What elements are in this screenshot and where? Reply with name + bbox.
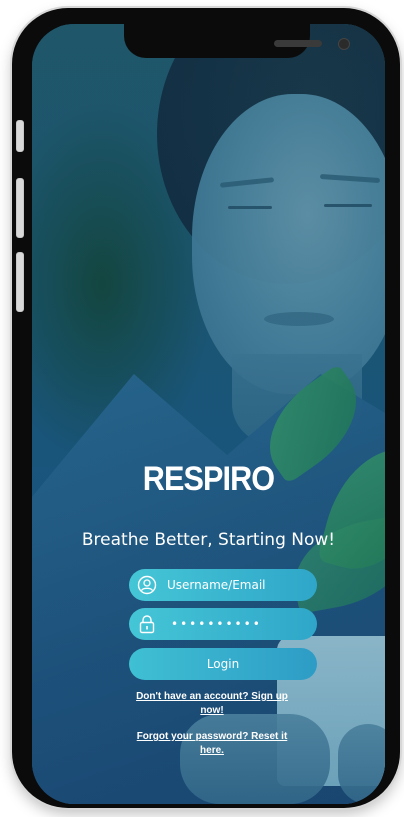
username-placeholder: Username/Email — [167, 578, 266, 592]
phone-notch — [124, 24, 350, 58]
password-field[interactable]: •••••••••• — [129, 608, 317, 640]
signup-link[interactable]: Don't have an account? Sign up now! — [132, 690, 292, 718]
login-button[interactable]: Login — [129, 648, 317, 680]
username-field[interactable]: Username/Email — [129, 569, 317, 601]
page: RESPIRO Breathe Better, Starting Now! Us… — [0, 0, 404, 817]
forgot-password-link[interactable]: Forgot your password? Reset it here. — [132, 730, 292, 758]
speaker-grille — [274, 40, 322, 47]
volume-down-button — [16, 252, 24, 312]
phone-frame: RESPIRO Breathe Better, Starting Now! Us… — [12, 8, 400, 808]
app-logo: RESPIRO — [142, 460, 275, 498]
tagline: Breathe Better, Starting Now! — [81, 530, 336, 550]
phone-screen: RESPIRO Breathe Better, Starting Now! Us… — [32, 24, 385, 804]
background-tint — [32, 24, 385, 804]
background-photo — [32, 24, 385, 804]
mute-switch — [16, 120, 24, 152]
front-camera — [338, 38, 350, 50]
volume-up-button — [16, 178, 24, 238]
password-value: •••••••••• — [171, 617, 262, 631]
user-circle-icon — [137, 575, 157, 595]
lock-icon — [137, 614, 157, 634]
